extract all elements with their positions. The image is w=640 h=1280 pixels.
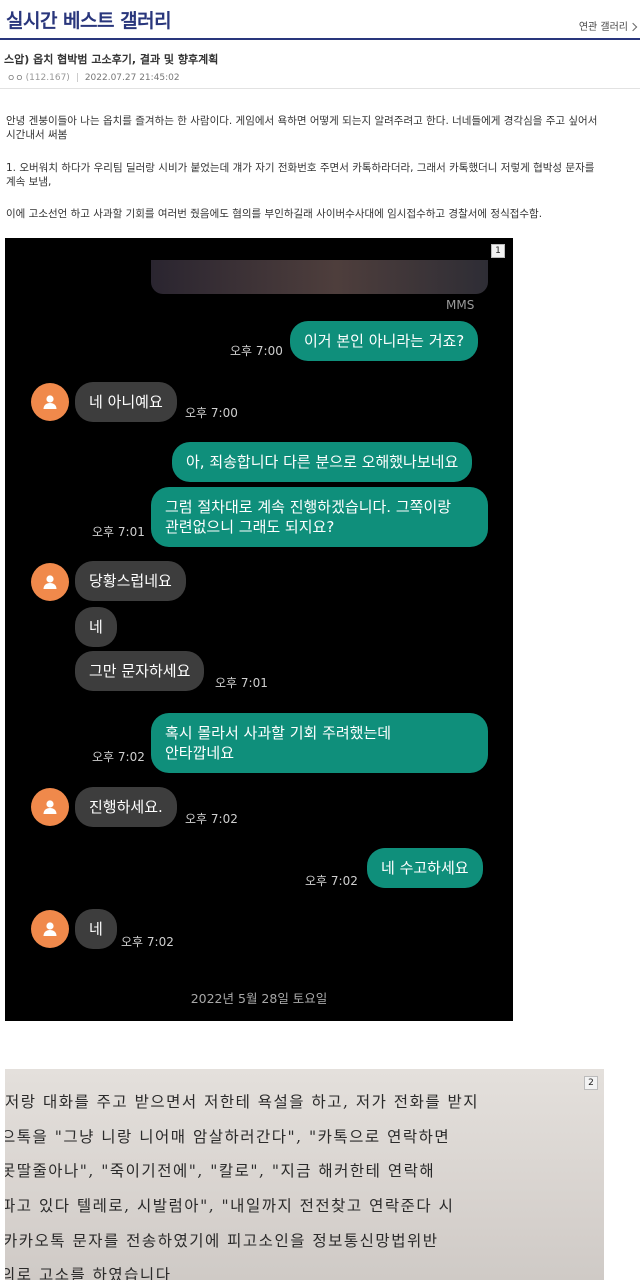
body-line: 시간내서 써봄 <box>6 129 68 141</box>
date-divider: 2022년 5월 28일 토요일 <box>190 991 328 1006</box>
person-icon <box>43 575 57 589</box>
top-header: 실시간 베스트 갤러리 연관 갤러리 <box>0 0 640 40</box>
mms-media-thumbnail <box>151 260 488 294</box>
my-message-bubble: 혹시 몰라서 사과할 기회 주려했는데 안타깝네요 <box>151 713 488 773</box>
chevron-right-icon <box>628 22 638 32</box>
message-time: 오후 7:02 <box>121 935 174 949</box>
gallery-title[interactable]: 실시간 베스트 갤러리 <box>6 6 172 33</box>
their-message-bubble: 네 <box>75 607 117 647</box>
person-icon <box>43 800 57 814</box>
body-paragraph-2: 1. 오버워치 하다가 우리팀 딜러랑 시비가 붙었는데 걔가 자기 전화번호 … <box>6 161 638 189</box>
complaint-document-image[interactable]: 2 저랑 대화를 주고 받으면서 저한테 욕설을 하고, 저가 전화를 받지 으… <box>5 1069 604 1280</box>
related-gallery-label: 연관 갤러리 <box>578 22 628 33</box>
contact-avatar <box>31 383 69 421</box>
my-message-bubble: 네 수고하세요 <box>367 848 483 888</box>
document-line: 파고 있다 텔레로, 시발럼아", "내일까지 전전찾고 연락준다 시 <box>5 1197 455 1215</box>
post-meta: ㅇㅇ (112.167) 2022.07.27 21:45:02 <box>7 71 180 85</box>
mms-label: MMS <box>446 298 475 312</box>
message-time: 오후 7:01 <box>215 676 268 690</box>
contact-avatar <box>31 910 69 948</box>
related-gallery-link[interactable]: 연관 갤러리 <box>578 18 638 33</box>
document-line: 저랑 대화를 주고 받으면서 저한테 욕설을 하고, 저가 전화를 받지 <box>5 1093 480 1111</box>
person-icon <box>43 922 57 936</box>
body-line: 계속 보냄, <box>6 176 52 188</box>
body-paragraph-3: 이에 고소선언 하고 사과할 기회를 여러번 줬음에도 혐의를 부인하길래 사이… <box>6 208 543 220</box>
message-time: 오후 7:00 <box>185 406 238 420</box>
message-time: 오후 7:02 <box>305 874 358 888</box>
document-line: 카카오톡 문자를 전송하였기에 피고소인을 정보통신망법위반 <box>5 1232 439 1250</box>
document-line: 의로 고소를 하였습니다 <box>5 1266 172 1280</box>
message-line: 관련없으니 그래도 되지요? <box>165 518 335 536</box>
message-time: 오후 7:02 <box>185 812 238 826</box>
their-message-bubble: 네 <box>75 909 117 949</box>
body-line: 1. 오버워치 하다가 우리팀 딜러랑 시비가 붙었는데 걔가 자기 전화번호 … <box>6 162 595 174</box>
person-icon <box>43 395 57 409</box>
image-number-badge: 1 <box>491 244 505 258</box>
post-title: 스압) 옵치 협박범 고소후기, 결과 및 향후계획 <box>4 53 219 66</box>
message-time: 오후 7:00 <box>230 344 283 358</box>
message-line: 안타깝네요 <box>165 744 235 762</box>
message-line: 혹시 몰라서 사과할 기회 주려했는데 <box>165 724 392 742</box>
chat-screenshot-image[interactable]: 1 MMS 오후 7:00 이거 본인 아니라는 거죠? 네 아니예요 오후 7… <box>5 238 513 1021</box>
post-datetime: 2022.07.27 21:45:02 <box>84 72 180 83</box>
their-message-bubble: 진행하세요. <box>75 787 177 827</box>
post-author[interactable]: ㅇㅇ <box>7 71 24 84</box>
meta-separator <box>76 73 78 82</box>
message-line: 그럼 절차대로 계속 진행하겠습니다. 그쪽이랑 <box>165 498 452 516</box>
body-paragraph-1: 안녕 겐붕이들아 나는 옵치를 즐겨하는 한 사람이다. 게임에서 욕하면 어떻… <box>6 114 638 142</box>
message-time: 오후 7:01 <box>92 525 145 539</box>
image-number-badge: 2 <box>584 1076 598 1090</box>
their-message-bubble: 네 아니예요 <box>75 382 177 422</box>
my-message-bubble: 아, 죄송합니다 다른 분으로 오해했나보네요 <box>172 442 473 482</box>
contact-avatar <box>31 563 69 601</box>
my-message-bubble: 그럼 절차대로 계속 진행하겠습니다. 그쪽이랑 관련없으니 그래도 되지요? <box>151 487 488 547</box>
message-time: 오후 7:02 <box>92 750 145 764</box>
document-line: 못딸줄아나", "죽이기전에", "칼로", "지금 해커한테 연락해 <box>5 1162 436 1180</box>
body-line: 안녕 겐붕이들아 나는 옵치를 즐겨하는 한 사람이다. 게임에서 욕하면 어떻… <box>6 115 598 127</box>
author-ip: (112.167) <box>25 72 70 83</box>
their-message-bubble: 그만 문자하세요 <box>75 651 205 691</box>
my-message-bubble: 이거 본인 아니라는 거죠? <box>290 321 479 361</box>
document-line: 으톡을 "그냥 니랑 니어매 암살하러간다", "카톡으로 연락하면 <box>5 1128 451 1146</box>
their-message-bubble: 당황스럽네요 <box>75 561 186 601</box>
contact-avatar <box>31 788 69 826</box>
header-divider <box>0 88 640 89</box>
